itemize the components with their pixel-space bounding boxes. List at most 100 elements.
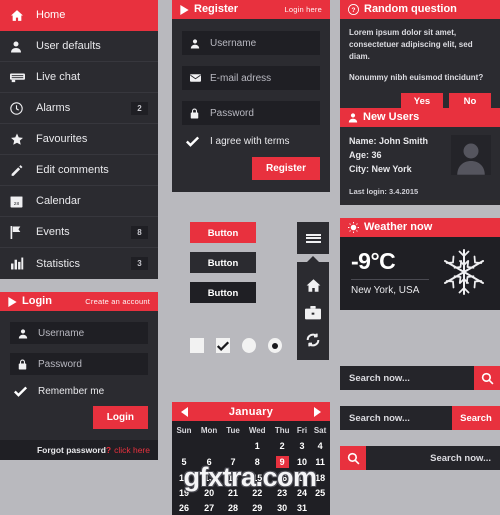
- calendar-day[interactable]: 1: [244, 438, 271, 453]
- sidebar-item-user-defaults[interactable]: User defaults: [0, 31, 158, 62]
- calendar-day[interactable]: 27: [196, 500, 222, 515]
- sidebar-item-home[interactable]: Home: [0, 0, 158, 31]
- agree-terms-row[interactable]: I agree with terms: [172, 134, 330, 147]
- calendar-day[interactable]: 26: [172, 500, 196, 515]
- radio-unselected[interactable]: [242, 338, 256, 353]
- remember-me-label: Remember me: [38, 386, 105, 397]
- checkbox-checked[interactable]: [216, 338, 230, 353]
- question-text-primary: Lorem ipsum dolor sit amet, consectetuer…: [349, 28, 473, 61]
- new-user-city: City: New York: [349, 163, 412, 174]
- sidebar-item-statistics[interactable]: Statistics 3: [0, 248, 158, 279]
- sidebar-item-edit-comments[interactable]: Edit comments: [0, 155, 158, 186]
- sidebar-item-label: Events: [36, 226, 70, 238]
- check-icon: [14, 386, 27, 397]
- random-question-panel: ? Random question Lorem ipsum dolor sit …: [340, 0, 500, 119]
- sidebar-badge: 8: [131, 225, 148, 239]
- sample-button-tertiary[interactable]: Button: [190, 282, 256, 303]
- sidebar-navigation: Home User defaults Live chat Alarms 2 Fa…: [0, 0, 158, 279]
- register-submit-button[interactable]: Register: [251, 157, 320, 180]
- login-here-link[interactable]: Login here: [285, 0, 322, 19]
- button-samples: Button Button Button: [190, 222, 256, 312]
- register-password-input[interactable]: Password: [182, 101, 320, 125]
- create-account-link[interactable]: Create an account: [85, 292, 150, 311]
- forgot-password-mark: ?: [105, 445, 112, 455]
- login-username-input[interactable]: Username: [10, 322, 148, 344]
- sidebar-item-label: Home: [36, 9, 66, 21]
- calendar-day[interactable]: 4: [310, 438, 330, 453]
- search-button-1[interactable]: [474, 366, 500, 390]
- bar-chart-icon: [10, 257, 30, 270]
- flag-icon: [10, 225, 30, 239]
- sidebar-item-alarms[interactable]: Alarms 2: [0, 93, 158, 124]
- sidebar-item-label: Edit comments: [36, 164, 109, 176]
- calendar-day[interactable]: 3: [294, 438, 310, 453]
- login-submit-button[interactable]: Login: [92, 406, 148, 429]
- calendar-day[interactable]: [172, 438, 196, 453]
- menu-briefcase-icon[interactable]: [305, 305, 321, 320]
- question-mark-icon: ?: [348, 4, 359, 15]
- avatar: [451, 135, 491, 175]
- search-input-2[interactable]: Search now...: [340, 406, 452, 430]
- sun-icon: [348, 222, 359, 233]
- register-panel-header: Register Login here: [172, 0, 330, 19]
- checkbox-unchecked[interactable]: [190, 338, 204, 353]
- calendar-weekday: Thu: [274, 426, 290, 435]
- calendar-day[interactable]: [310, 500, 330, 515]
- calendar-weekday: Wed: [248, 426, 266, 435]
- calendar-day[interactable]: 2: [271, 438, 294, 453]
- sidebar-item-events[interactable]: Events 8: [0, 217, 158, 248]
- calendar-week-row: 26 27 28 29 30 31: [172, 500, 330, 515]
- calendar-day[interactable]: 28: [222, 500, 244, 515]
- sample-button-primary[interactable]: Button: [190, 222, 256, 243]
- sample-button-secondary[interactable]: Button: [190, 252, 256, 273]
- register-email-input[interactable]: E-mail adress: [182, 66, 320, 90]
- calendar-day[interactable]: [196, 438, 222, 453]
- user-icon: [190, 38, 206, 49]
- weather-location: New York, USA: [351, 285, 420, 296]
- menu-refresh-icon[interactable]: [305, 332, 321, 348]
- register-password-placeholder: Password: [210, 107, 254, 119]
- dropdown-arrow-icon: [306, 256, 320, 263]
- hamburger-icon: [305, 232, 321, 244]
- calendar-prev-arrow-icon[interactable]: [181, 406, 188, 417]
- new-user-name: Name: John Smith: [349, 136, 429, 146]
- calendar-widget: January Sun Mon Tue Wed Thu Fri Sat 1 2 …: [172, 402, 330, 515]
- sidebar-item-label: Calendar: [36, 195, 81, 207]
- calendar-next-arrow-icon[interactable]: [313, 406, 321, 417]
- lock-icon: [18, 359, 34, 370]
- user-icon: [10, 40, 30, 53]
- search-icon: [481, 372, 494, 385]
- sidebar-item-live-chat[interactable]: Live chat: [0, 62, 158, 93]
- hamburger-menu-button[interactable]: [297, 222, 329, 254]
- snowflake-icon: [439, 247, 489, 297]
- calendar-weekday-row: Sun Mon Tue Wed Thu Fri Sat: [172, 424, 330, 438]
- lock-icon: [190, 108, 206, 119]
- sidebar-item-favourites[interactable]: Favourites: [0, 124, 158, 155]
- weather-title: Weather now: [364, 221, 433, 233]
- radio-selected[interactable]: [268, 338, 282, 353]
- sidebar-item-label: Alarms: [36, 102, 71, 114]
- calendar-day[interactable]: 29: [244, 500, 271, 515]
- calendar-day[interactable]: 30: [271, 500, 294, 515]
- weather-header: Weather now: [340, 218, 500, 237]
- sidebar-item-label: Favourites: [36, 133, 88, 145]
- remember-me-row[interactable]: Remember me: [0, 384, 158, 397]
- new-user-age: Age: 36: [349, 149, 382, 160]
- calendar-day[interactable]: [222, 438, 244, 453]
- random-question-header: ? Random question: [340, 0, 500, 19]
- question-text-secondary: Nonummy nibh euismod tincidunt?: [349, 73, 484, 82]
- login-panel-header: Login Create an account: [0, 292, 158, 311]
- search-button-2[interactable]: Search: [452, 406, 500, 430]
- register-username-input[interactable]: Username: [182, 31, 320, 55]
- login-footer: Forgot password? click here: [0, 440, 158, 460]
- menu-home-icon[interactable]: [305, 278, 322, 293]
- register-username-placeholder: Username: [210, 37, 257, 49]
- sidebar-badge: 2: [131, 101, 148, 115]
- sidebar-item-label: User defaults: [36, 40, 101, 52]
- login-password-input[interactable]: Password: [10, 353, 148, 375]
- sidebar-item-calendar[interactable]: 28 Calendar: [0, 186, 158, 217]
- watermark: gfxtra.com: [183, 462, 317, 492]
- forgot-password-link[interactable]: click here: [114, 445, 150, 455]
- search-input-1[interactable]: Search now...: [340, 366, 474, 390]
- calendar-day[interactable]: 31: [294, 500, 310, 515]
